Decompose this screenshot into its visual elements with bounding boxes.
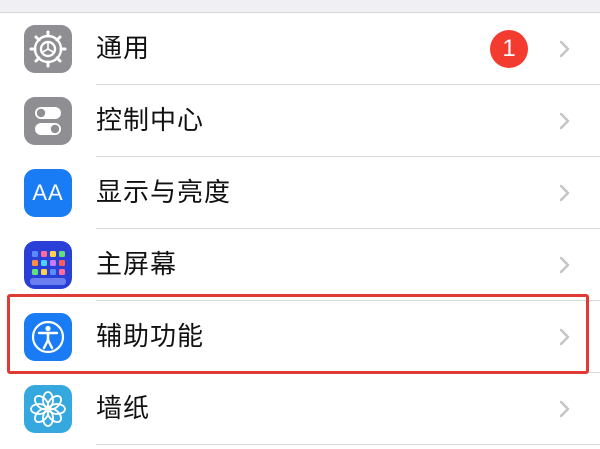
chevron-right-icon (559, 400, 570, 418)
settings-row-label: 通用 (96, 34, 151, 64)
chevron-right-icon (559, 184, 570, 202)
notification-badge: 1 (490, 30, 528, 68)
settings-row-wallpaper[interactable]: 墙纸 (0, 373, 600, 445)
chevron-right-icon (559, 256, 570, 274)
text-size-glyph: AA (32, 180, 64, 205)
accessibility-icon (24, 313, 72, 361)
toggles-icon (24, 97, 72, 145)
app-grid-icon (24, 241, 72, 289)
flower-icon (24, 385, 72, 433)
gear-icon (24, 25, 72, 73)
settings-row-label: 控制中心 (96, 106, 205, 136)
settings-row-label: 墙纸 (96, 394, 151, 424)
settings-row-control-center[interactable]: 控制中心 (0, 85, 600, 157)
chevron-right-icon (559, 112, 570, 130)
settings-row-label: 显示与亮度 (96, 178, 232, 208)
row-divider (96, 444, 600, 445)
settings-screen: 通用 1 控制中心 AA 显示与亮度 主屏幕 辅助功能 墙纸 (0, 0, 600, 449)
settings-row-label: 辅助功能 (96, 322, 205, 352)
settings-list: 通用 1 控制中心 AA 显示与亮度 主屏幕 辅助功能 墙纸 (0, 13, 600, 449)
section-gap (0, 0, 600, 13)
chevron-right-icon (559, 40, 570, 58)
settings-row-home-screen[interactable]: 主屏幕 (0, 229, 600, 301)
text-size-icon: AA (24, 169, 72, 217)
settings-row-general[interactable]: 通用 1 (0, 13, 600, 85)
settings-row-display-brightness[interactable]: AA 显示与亮度 (0, 157, 600, 229)
settings-row-accessibility[interactable]: 辅助功能 (0, 301, 600, 373)
settings-row-label: 主屏幕 (96, 250, 178, 280)
chevron-right-icon (559, 328, 570, 346)
